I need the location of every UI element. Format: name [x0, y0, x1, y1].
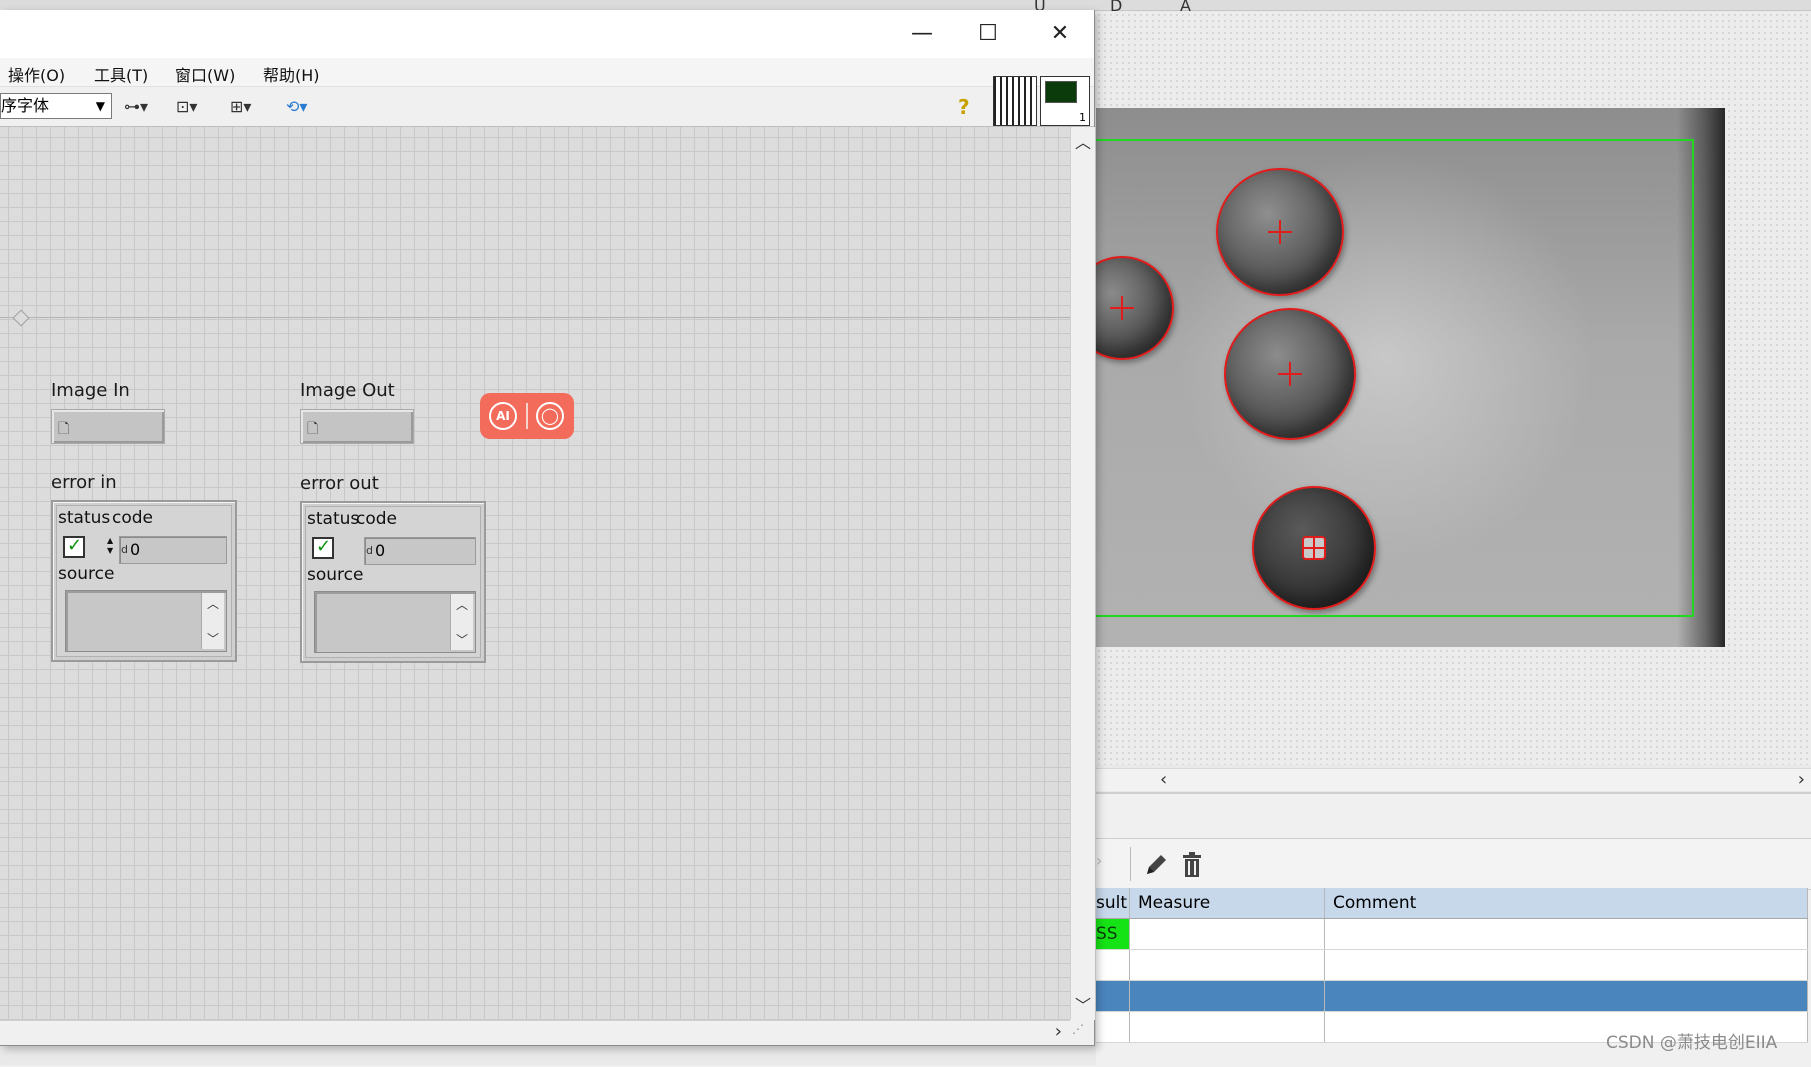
status-label: status [307, 509, 360, 529]
source-string: ︿ ﹀ [314, 591, 476, 653]
column-header-measure[interactable]: Measure [1130, 888, 1325, 918]
error-out-cluster: status code ✓ d 0 source ︿ ﹀ [300, 501, 486, 663]
measure-cell [1130, 1012, 1325, 1042]
scroll-right-icon[interactable]: › [1055, 1021, 1062, 1043]
vertical-scrollbar[interactable]: ︿ ﹀ [1070, 127, 1095, 1020]
watermark: CSDN @萧技电创EIIA [1606, 1033, 1778, 1053]
image-out-label: Image Out [300, 380, 395, 401]
code-label: code [356, 509, 397, 529]
trash-icon[interactable] [1180, 851, 1204, 879]
result-cell [1096, 950, 1130, 980]
radix-indicator: d [121, 543, 128, 556]
resize-grip-icon[interactable]: ⋰ [1072, 1022, 1092, 1042]
scroll-right-icon[interactable]: › [1798, 769, 1805, 791]
image-in-label: Image In [51, 380, 130, 401]
column-header-result[interactable]: sult [1096, 888, 1130, 918]
code-numeric[interactable]: d 0 [119, 536, 227, 564]
error-out-label: error out [300, 473, 379, 494]
status-led: ✓ [312, 536, 334, 559]
code-value: 0 [375, 541, 386, 560]
front-panel-window: — ☐ ✕ 操作(O) 工具(T) 窗口(W) 帮助(H) 序字体 ▼ ⊶▾ ⊡… [0, 10, 1095, 1046]
table-row[interactable] [1096, 950, 1808, 981]
toolbar-separator [1130, 847, 1131, 881]
resize-objects-icon[interactable]: ⊞▾ [230, 95, 251, 119]
scroll-up-icon[interactable]: ︿ [207, 595, 219, 612]
widget-separator [526, 403, 528, 429]
code-numeric: d 0 [364, 537, 476, 565]
radix-indicator: d [366, 544, 373, 557]
source-label: source [307, 565, 364, 585]
scroll-down-icon[interactable]: ﹀ [456, 631, 468, 648]
results-table[interactable]: sult Measure Comment SS [1096, 888, 1808, 1043]
status-label: status [58, 508, 111, 528]
reorder-icon[interactable]: ⟲▾ [286, 95, 307, 119]
menu-bar: 操作(O) 工具(T) 窗口(W) 帮助(H) [0, 58, 1094, 87]
document-icon: 🗋 [58, 421, 70, 437]
column-header-comment[interactable]: Comment [1325, 888, 1808, 918]
image-horizontal-scrollbar[interactable]: ‹ › [1096, 768, 1811, 791]
scroll-up-icon[interactable]: ︿ [456, 596, 468, 613]
source-scrollbar[interactable]: ︿ ﹀ [201, 593, 224, 649]
source-scrollbar[interactable]: ︿ ﹀ [450, 594, 473, 650]
source-string[interactable]: ︿ ﹀ [65, 590, 227, 652]
origin-line [0, 317, 1070, 318]
origin-marker [12, 309, 30, 327]
code-value: 0 [130, 540, 141, 559]
scroll-left-icon[interactable]: ‹ [1160, 769, 1167, 791]
comment-cell [1325, 919, 1808, 949]
menu-tools[interactable]: 工具(T) [94, 62, 148, 86]
help-icon[interactable]: ? [958, 95, 970, 119]
chevron-down-icon: ▼ [95, 99, 105, 113]
ai-icon[interactable]: AI [489, 402, 517, 430]
result-cell [1096, 1012, 1130, 1042]
maximize-button[interactable]: ☐ [960, 10, 1016, 58]
horizontal-scrollbar[interactable]: › [0, 1020, 1070, 1043]
code-label: code [112, 508, 153, 528]
image-out-indicator[interactable]: 🗋 [300, 409, 414, 444]
title-bar[interactable]: — ☐ ✕ [0, 10, 1094, 58]
status-checkbox[interactable]: ✓ [63, 535, 85, 558]
scroll-down-icon[interactable]: ﹀ [207, 630, 219, 647]
distribute-objects-icon[interactable]: ⊡▾ [176, 95, 197, 119]
front-panel-canvas[interactable]: Image In 🗋 Image Out 🗋 error in status c… [0, 127, 1070, 1020]
menu-help[interactable]: 帮助(H) [263, 62, 320, 86]
font-selector-value: 序字体 [1, 96, 50, 115]
measure-cell [1130, 950, 1325, 980]
checkmark-icon: ✓ [67, 535, 83, 556]
checkmark-icon: ✓ [316, 536, 332, 557]
vi-icon[interactable]: 1 [1040, 76, 1090, 126]
document-icon: 🗋 [307, 421, 319, 437]
image-in-control[interactable]: 🗋 [51, 409, 165, 444]
results-toolbar: › [1096, 838, 1811, 890]
error-in-label: error in [51, 472, 117, 493]
increment-decrement-icon[interactable]: ▲ ▼ [107, 536, 117, 564]
pencil-icon[interactable] [1143, 852, 1169, 878]
connector-pane-index: 1 [1079, 111, 1086, 124]
result-cell: SS [1096, 919, 1130, 949]
minimize-button[interactable]: — [894, 10, 950, 58]
scroll-down-icon[interactable]: ﹀ [1075, 992, 1091, 1016]
result-cell [1096, 981, 1130, 1011]
connector-pane-icon[interactable] [993, 76, 1037, 126]
search-icon[interactable]: ◯ [536, 402, 564, 430]
comment-cell [1325, 950, 1808, 980]
ai-assistant-widget[interactable]: AI ◯ [480, 393, 574, 439]
results-table-header: sult Measure Comment [1096, 888, 1808, 919]
error-in-cluster: status code ✓ ▲ ▼ d 0 source ︿ ﹀ [51, 500, 237, 662]
close-button[interactable]: ✕ [1032, 10, 1088, 58]
menu-operate[interactable]: 操作(O) [8, 62, 65, 86]
menu-window[interactable]: 窗口(W) [175, 62, 235, 86]
comment-cell [1325, 981, 1808, 1011]
source-label: source [58, 564, 115, 584]
scroll-up-icon[interactable]: ︿ [1075, 129, 1091, 153]
toolbar: 序字体 ▼ ⊶▾ ⊡▾ ⊞▾ ⟲▾ ? 1 [0, 76, 1094, 127]
table-row-selected[interactable] [1096, 981, 1808, 1012]
font-selector[interactable]: 序字体 ▼ [0, 93, 112, 119]
measure-cell [1130, 919, 1325, 949]
play-arrow-icon[interactable]: › [1096, 851, 1102, 870]
align-objects-icon[interactable]: ⊶▾ [124, 95, 148, 119]
roi-rectangle[interactable] [1096, 139, 1694, 617]
measure-cell [1130, 981, 1325, 1011]
table-row[interactable]: SS [1096, 919, 1808, 950]
